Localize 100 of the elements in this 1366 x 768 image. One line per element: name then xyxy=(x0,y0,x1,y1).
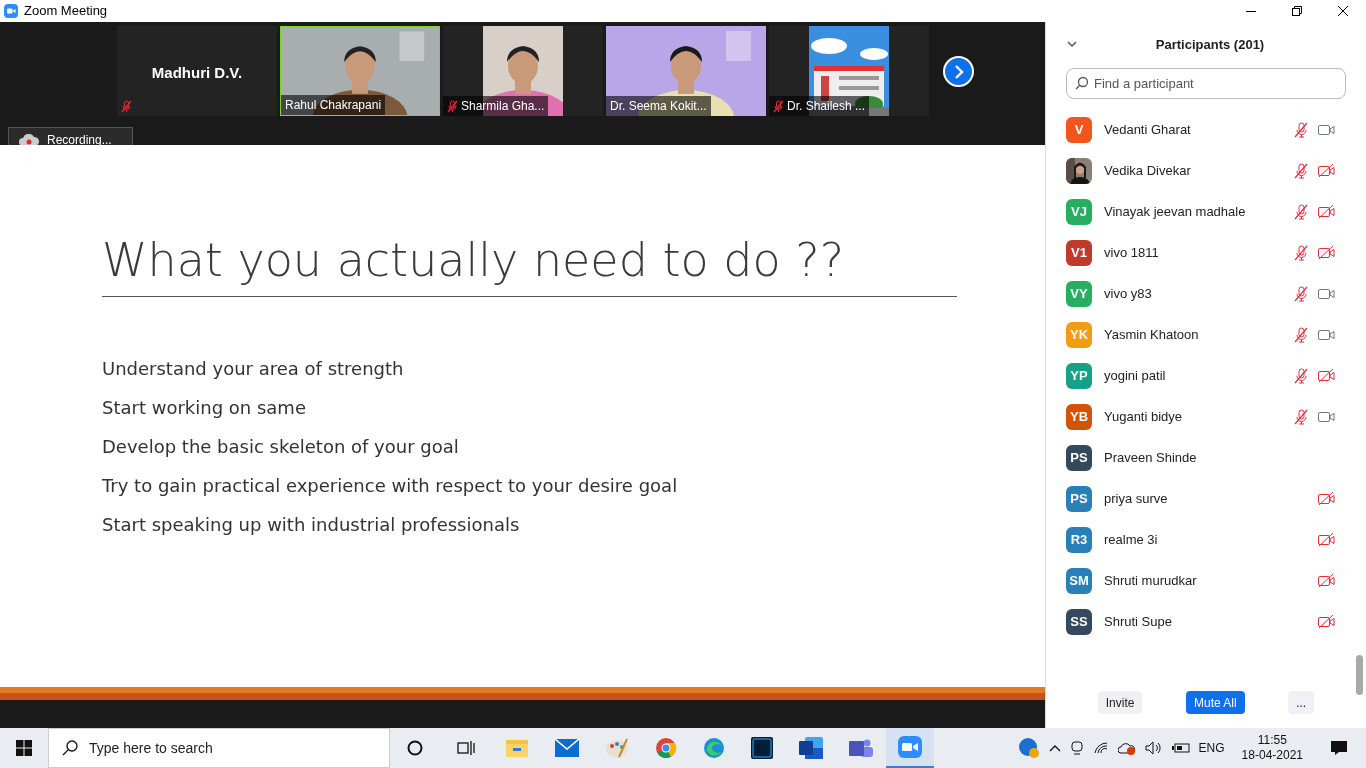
restore-icon xyxy=(1292,6,1302,16)
video-tile[interactable]: Sharmila Gha... xyxy=(443,26,603,116)
muted-mic-icon[interactable] xyxy=(1294,121,1308,138)
cloud-icon xyxy=(19,133,39,146)
participant-name: Yuganti bidye xyxy=(1104,407,1184,426)
video-tile[interactable]: Dr. Seema Kokit... xyxy=(606,26,766,116)
participant-name: Dr. Shailesh ... xyxy=(787,98,866,115)
search-field[interactable]: Find a participant xyxy=(1066,68,1346,99)
muted-mic-icon[interactable] xyxy=(1294,367,1308,384)
avatar: VY xyxy=(1066,280,1092,307)
muted-mic-icon[interactable] xyxy=(1294,244,1308,261)
teams-icon[interactable] xyxy=(849,737,873,759)
task-view-icon[interactable] xyxy=(457,740,475,756)
panel-button[interactable]: Invite xyxy=(1097,691,1143,714)
video-camera-icon[interactable] xyxy=(1317,328,1335,341)
zoom-taskbar-button[interactable] xyxy=(886,728,934,768)
video-off-icon[interactable] xyxy=(1317,492,1335,505)
avatar: YP xyxy=(1066,362,1092,389)
mail-icon[interactable] xyxy=(555,739,579,757)
avatar: SS xyxy=(1066,608,1092,635)
chevron-right-icon xyxy=(953,64,964,79)
participant-name: Madhuri D.V. xyxy=(150,63,244,83)
video-tile[interactable]: Madhuri D.V. xyxy=(117,26,277,116)
onedrive-error-icon[interactable] xyxy=(1117,741,1136,755)
participant-name: priya surve xyxy=(1104,489,1169,508)
participant-row[interactable]: SM Shruti murudkar xyxy=(1046,560,1366,601)
panel-button[interactable]: Mute All xyxy=(1186,691,1245,714)
participant-name: Yasmin Khatoon xyxy=(1104,325,1200,344)
participant-name: Praveen Shinde xyxy=(1104,448,1198,467)
help-badge-icon[interactable] xyxy=(1017,737,1040,759)
window-title: Zoom Meeting xyxy=(24,2,108,21)
participant-name: vivo 1811 xyxy=(1104,243,1160,262)
word-icon[interactable] xyxy=(799,737,823,759)
participant-name: Vedanti Gharat xyxy=(1104,120,1192,139)
battery-icon[interactable] xyxy=(1171,742,1190,754)
windows-start-icon[interactable] xyxy=(16,740,32,756)
panel-button[interactable]: ... xyxy=(1288,691,1315,714)
video-off-icon[interactable] xyxy=(1317,164,1335,177)
avatar: R3 xyxy=(1066,526,1092,553)
taskbar-search-field[interactable]: Type here to search xyxy=(48,728,390,768)
cortana-circle-icon[interactable] xyxy=(407,740,423,756)
video-camera-icon[interactable] xyxy=(1317,410,1335,423)
slide-bullet: Understand your area of strength xyxy=(102,357,405,381)
participant-name: Dr. Seema Kokit... xyxy=(610,98,707,115)
slide-bullet: Develop the basic skeleton of your goal xyxy=(102,435,460,459)
muted-mic-icon[interactable] xyxy=(1294,408,1308,425)
participant-name: Vinayak jeevan madhale xyxy=(1104,202,1247,221)
chevron-up-icon[interactable] xyxy=(1048,744,1061,752)
video-tile[interactable]: Dr. Shailesh ... xyxy=(769,26,929,116)
close-icon xyxy=(1338,6,1348,16)
webcam-icon[interactable] xyxy=(1069,741,1084,755)
muted-mic-icon[interactable] xyxy=(1294,285,1308,302)
zoom-logo-icon xyxy=(4,4,18,18)
wifi-icon[interactable] xyxy=(1092,741,1109,755)
photoshop-icon[interactable] xyxy=(751,737,773,759)
chrome-icon[interactable] xyxy=(655,737,677,759)
edge-icon[interactable] xyxy=(703,737,725,759)
video-tile[interactable]: Rahul Chakrapani xyxy=(280,26,440,116)
video-off-icon[interactable] xyxy=(1317,246,1335,259)
participant-name: Shruti murudkar xyxy=(1104,571,1198,590)
participant-row[interactable]: SS Shruti Supe xyxy=(1046,601,1366,642)
video-off-icon[interactable] xyxy=(1317,369,1335,382)
muted-mic-icon[interactable] xyxy=(1294,203,1308,220)
participant-row[interactable]: PS priya surve xyxy=(1046,478,1366,519)
avatar: V xyxy=(1066,116,1092,143)
avatar: YK xyxy=(1066,321,1092,348)
avatar: SM xyxy=(1066,567,1092,594)
slide-bullet: Start speaking up with industrial professionals xyxy=(102,513,521,537)
participant-name: Rahul Chakrapani xyxy=(285,97,382,114)
slide-bullet: Try to gain practical experience with respect to your desire goal xyxy=(102,474,679,498)
video-off-icon[interactable] xyxy=(1317,205,1335,218)
avatar: PS xyxy=(1066,485,1092,512)
folder-icon[interactable] xyxy=(505,738,529,758)
video-camera-icon[interactable] xyxy=(1317,287,1335,300)
participant-row[interactable]: R3 realme 3i xyxy=(1046,519,1366,560)
participant-row[interactable]: PS Praveen Shinde xyxy=(1046,437,1366,478)
video-off-icon[interactable] xyxy=(1317,533,1335,546)
collapse-chevron-icon[interactable] xyxy=(1067,41,1077,48)
participant-name: Shruti Supe xyxy=(1104,612,1173,631)
scrollbar-thumb[interactable] xyxy=(1356,655,1363,695)
language-indicator[interactable]: ENG xyxy=(1198,739,1225,757)
participant-name: Sharmila Gha... xyxy=(461,98,545,115)
avatar: V1 xyxy=(1066,239,1092,266)
notification-icon[interactable] xyxy=(1330,740,1348,756)
paint-palette-icon[interactable] xyxy=(605,737,629,759)
slide-bullet: Start working on same xyxy=(102,396,307,420)
participants-title: Participants (201) xyxy=(1154,36,1265,55)
speaker-icon[interactable] xyxy=(1144,741,1163,755)
muted-mic-icon[interactable] xyxy=(1294,162,1308,179)
participant-name: realme 3i xyxy=(1104,530,1159,549)
next-page-button[interactable] xyxy=(943,56,974,87)
zoom-app-icon xyxy=(898,736,922,758)
participant-name: yogini patil xyxy=(1104,366,1167,385)
video-camera-icon[interactable] xyxy=(1317,123,1335,136)
video-off-icon[interactable] xyxy=(1317,574,1335,587)
participant-name: vivo y83 xyxy=(1104,284,1153,303)
participant-name: Vedika Divekar xyxy=(1104,161,1192,180)
video-off-icon[interactable] xyxy=(1317,615,1335,628)
clock[interactable]: 11:55 18-04-2021 xyxy=(1233,733,1311,763)
muted-mic-icon[interactable] xyxy=(1294,326,1308,343)
